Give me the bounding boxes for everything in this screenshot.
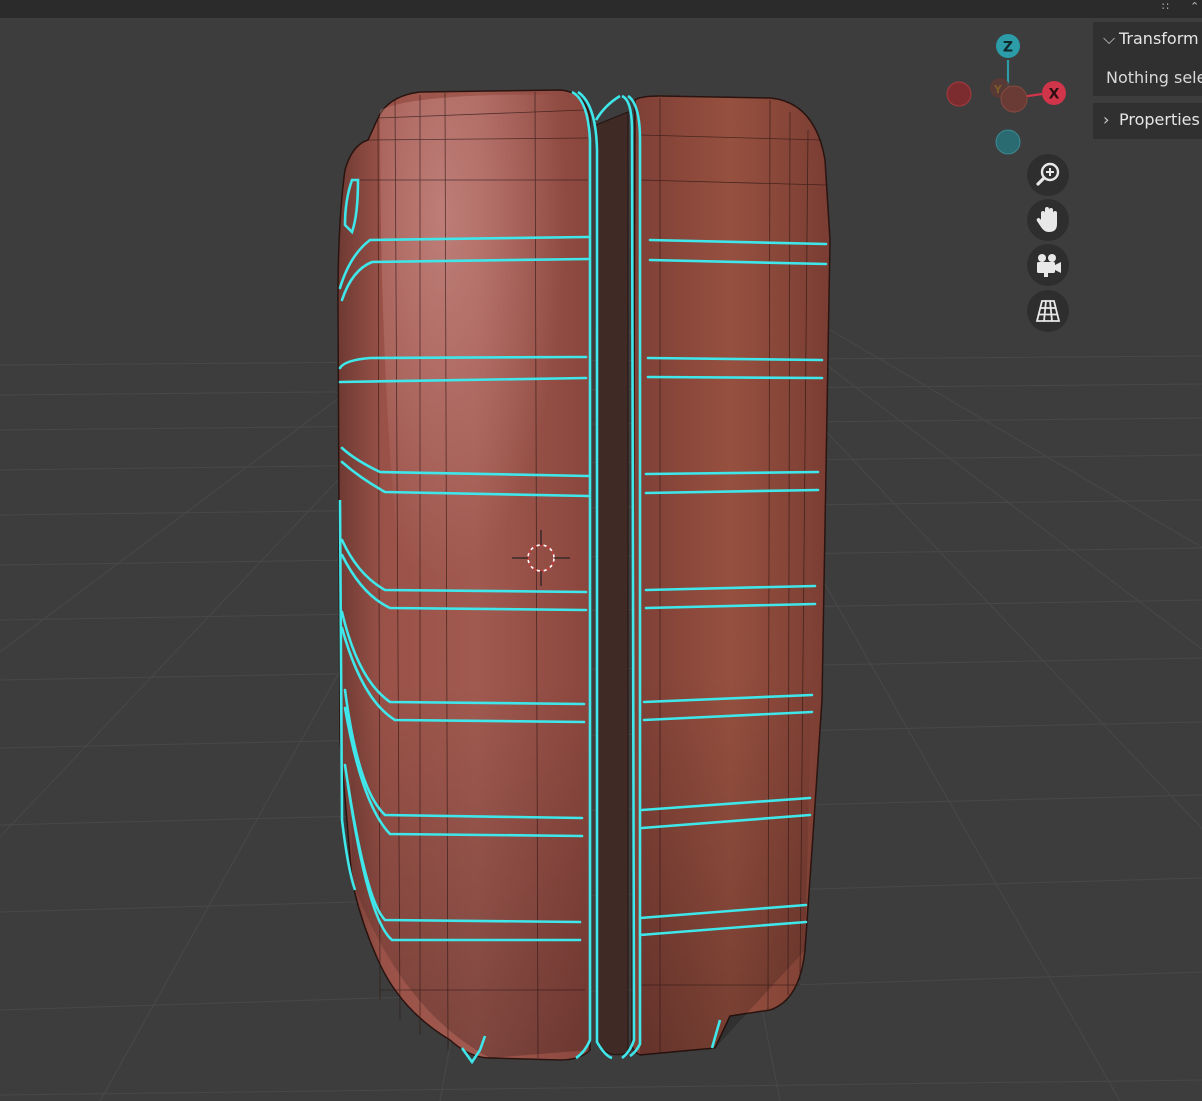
transform-title: Transform [1119,29,1199,48]
gizmo-neg-y [1000,85,1028,113]
zoom-icon [1036,162,1060,186]
hand-icon [1036,207,1057,232]
ortho-toggle-button[interactable] [1027,290,1069,332]
properties-panel: › Properties [1093,103,1202,139]
gizmo-x-label: X [1049,87,1060,103]
3d-viewport[interactable]: Z X Y [0,0,1202,1101]
navigation-gizmo[interactable]: Z X Y [946,34,1066,155]
zoom-button[interactable] [1027,154,1069,196]
pan-button[interactable] [1027,199,1069,241]
gizmo-z-label: Z [1003,40,1013,56]
chevron-down-icon: ⌵ [1103,29,1116,48]
gizmo-y-label: Y [993,83,1003,96]
viewport-header: ∷ ⌃ [0,0,1202,18]
gizmo-neg-x [946,81,972,107]
gizmo-neg-z [995,129,1021,155]
chevron-right-icon: › [1103,110,1110,129]
suitcase-mesh [337,89,831,1065]
transform-status: Nothing sele [1106,68,1202,87]
transform-header[interactable]: ⌵ Transform [1093,22,1202,56]
grid-icon [1035,300,1061,322]
transform-panel: ⌵ Transform Nothing sele [1093,22,1202,96]
properties-title: Properties [1119,110,1200,129]
camera-button[interactable] [1027,244,1069,286]
sidebar-panel: ⌵ Transform Nothing sele › Properties [1093,22,1202,140]
chevron-icon[interactable]: ⌃ [1190,0,1199,14]
camera-icon [1037,254,1061,277]
overlay-icon[interactable]: ∷ [1162,0,1169,14]
properties-header[interactable]: › Properties [1093,103,1202,137]
